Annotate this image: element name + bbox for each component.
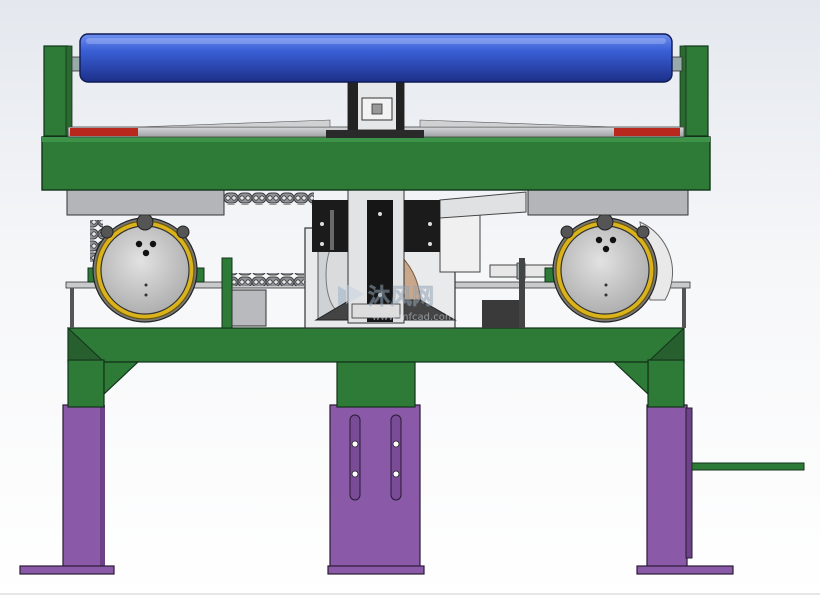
left-leg xyxy=(19,404,115,575)
watermark-brand: 沐风网 xyxy=(368,285,434,310)
side-handle xyxy=(691,462,805,471)
right-leg xyxy=(636,404,734,575)
watermark-url: www.mfcad.com xyxy=(372,312,455,323)
lower-frame xyxy=(67,326,685,408)
blue-conveyor-roller xyxy=(71,33,683,83)
machine-drawing-canvas: 沐风网 www.mfcad.com xyxy=(0,33,820,595)
center-leg xyxy=(327,404,425,575)
